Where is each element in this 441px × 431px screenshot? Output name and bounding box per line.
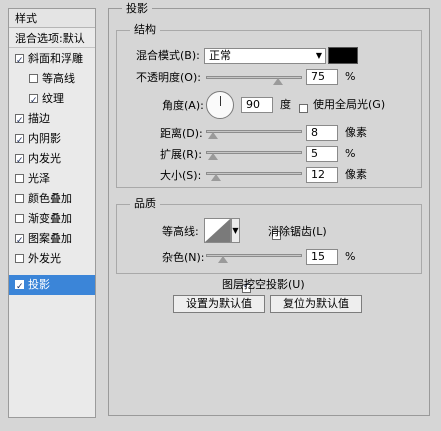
- blend-mode-label: 混合模式(B):: [136, 49, 200, 62]
- styles-header: 样式: [9, 9, 95, 28]
- color-overlay-checkbox[interactable]: [15, 193, 24, 203]
- style-item-gradient-overlay[interactable]: 渐变叠加: [9, 209, 95, 229]
- style-item-label: 投影: [28, 278, 50, 291]
- style-item-label: 等高线: [42, 72, 75, 85]
- style-item-label: 纹理: [42, 92, 64, 105]
- contour-checkbox[interactable]: [29, 73, 38, 83]
- style-item-label: 光泽: [28, 172, 50, 185]
- contour-label: 等高线:: [162, 225, 199, 238]
- chevron-down-icon: ▼: [232, 226, 239, 235]
- angle-needle: [220, 96, 221, 106]
- opacity-input[interactable]: 75: [306, 69, 338, 85]
- structure-title: 结构: [130, 23, 160, 37]
- distance-label: 距离(D):: [160, 127, 203, 140]
- reset-default-button[interactable]: 复位为默认值: [270, 295, 362, 313]
- style-item-label: 图案叠加: [28, 232, 72, 245]
- size-label: 大小(S):: [160, 169, 202, 182]
- blend-mode-value: 正常: [209, 49, 231, 62]
- blend-mode-select[interactable]: 正常 ▼: [204, 48, 326, 64]
- noise-input[interactable]: 15: [306, 249, 338, 265]
- angle-input[interactable]: 90: [241, 97, 273, 113]
- angle-dial[interactable]: [206, 91, 234, 119]
- distance-input[interactable]: 8: [306, 125, 338, 141]
- distance-unit: 像素: [345, 126, 367, 139]
- opacity-slider-track[interactable]: [206, 76, 302, 79]
- satin-checkbox[interactable]: [15, 173, 24, 183]
- contour-dropdown-button[interactable]: ▼: [231, 218, 240, 243]
- style-item-pattern-overlay[interactable]: 图案叠加: [9, 229, 95, 251]
- style-item-texture[interactable]: 纹理: [9, 89, 95, 111]
- style-item-bevel-emboss[interactable]: 斜面和浮雕: [9, 49, 95, 71]
- style-item-label: 内发光: [28, 152, 61, 165]
- style-item-label: 渐变叠加: [28, 212, 72, 225]
- spread-slider-track[interactable]: [206, 151, 302, 154]
- noise-slider-thumb[interactable]: [218, 256, 228, 263]
- spread-input[interactable]: 5: [306, 146, 338, 162]
- size-input[interactable]: 12: [306, 167, 338, 183]
- bevel-emboss-checkbox[interactable]: [15, 51, 24, 71]
- panel-title: 投影: [122, 2, 152, 16]
- style-item-label: 内阴影: [28, 132, 61, 145]
- spread-label: 扩展(R):: [160, 148, 202, 161]
- style-item-drop-shadow[interactable]: 投影: [9, 275, 95, 297]
- distance-slider-thumb[interactable]: [208, 132, 218, 139]
- contour-preview[interactable]: [204, 218, 231, 243]
- style-item-label: 外发光: [28, 252, 61, 265]
- blend-options-item[interactable]: 混合选项:默认: [9, 29, 95, 48]
- inner-shadow-checkbox[interactable]: [15, 131, 24, 151]
- pattern-overlay-checkbox[interactable]: [15, 231, 24, 251]
- shadow-color-swatch[interactable]: [328, 47, 358, 64]
- style-item-stroke[interactable]: 描边: [9, 109, 95, 131]
- quality-title: 品质: [130, 197, 160, 211]
- knockout-label: 图层挖空投影(U): [222, 278, 305, 291]
- global-light-label: 使用全局光(G): [313, 98, 386, 111]
- size-slider-thumb[interactable]: [211, 174, 221, 181]
- drop-shadow-checkbox[interactable]: [15, 277, 24, 297]
- opacity-slider-thumb[interactable]: [273, 78, 283, 85]
- chevron-down-icon: ▼: [315, 51, 322, 60]
- style-item-label: 颜色叠加: [28, 192, 72, 205]
- style-item-label: 描边: [28, 112, 50, 125]
- distance-slider-track[interactable]: [206, 130, 302, 133]
- opacity-label: 不透明度(O):: [136, 71, 201, 84]
- noise-unit: %: [345, 250, 356, 263]
- inner-glow-checkbox[interactable]: [15, 151, 24, 171]
- contour-curve-icon: [205, 219, 230, 242]
- style-item-label: 斜面和浮雕: [28, 52, 83, 65]
- style-item-inner-shadow[interactable]: 内阴影: [9, 129, 95, 151]
- antialias-label: 消除锯齿(L): [268, 225, 327, 238]
- outer-glow-checkbox[interactable]: [15, 253, 24, 263]
- style-item-satin[interactable]: 光泽: [9, 169, 95, 189]
- style-item-outer-glow[interactable]: 外发光: [9, 249, 95, 269]
- size-unit: 像素: [345, 168, 367, 181]
- set-default-button[interactable]: 设置为默认值: [173, 295, 265, 313]
- opacity-unit: %: [345, 70, 356, 83]
- spread-slider-thumb[interactable]: [208, 153, 218, 160]
- global-light-checkbox[interactable]: [299, 103, 308, 113]
- angle-unit: 度: [280, 98, 291, 111]
- gradient-overlay-checkbox[interactable]: [15, 213, 24, 223]
- texture-checkbox[interactable]: [29, 91, 38, 111]
- style-item-color-overlay[interactable]: 颜色叠加: [9, 189, 95, 209]
- styles-list: 样式 混合选项:默认 斜面和浮雕 等高线 纹理 描边 内阴影 内发光 光泽 颜色…: [8, 8, 96, 418]
- noise-label: 杂色(N):: [162, 251, 205, 264]
- spread-unit: %: [345, 147, 356, 160]
- angle-label: 角度(A):: [162, 99, 204, 112]
- style-item-inner-glow[interactable]: 内发光: [9, 149, 95, 171]
- style-item-contour[interactable]: 等高线: [9, 69, 95, 89]
- stroke-checkbox[interactable]: [15, 111, 24, 131]
